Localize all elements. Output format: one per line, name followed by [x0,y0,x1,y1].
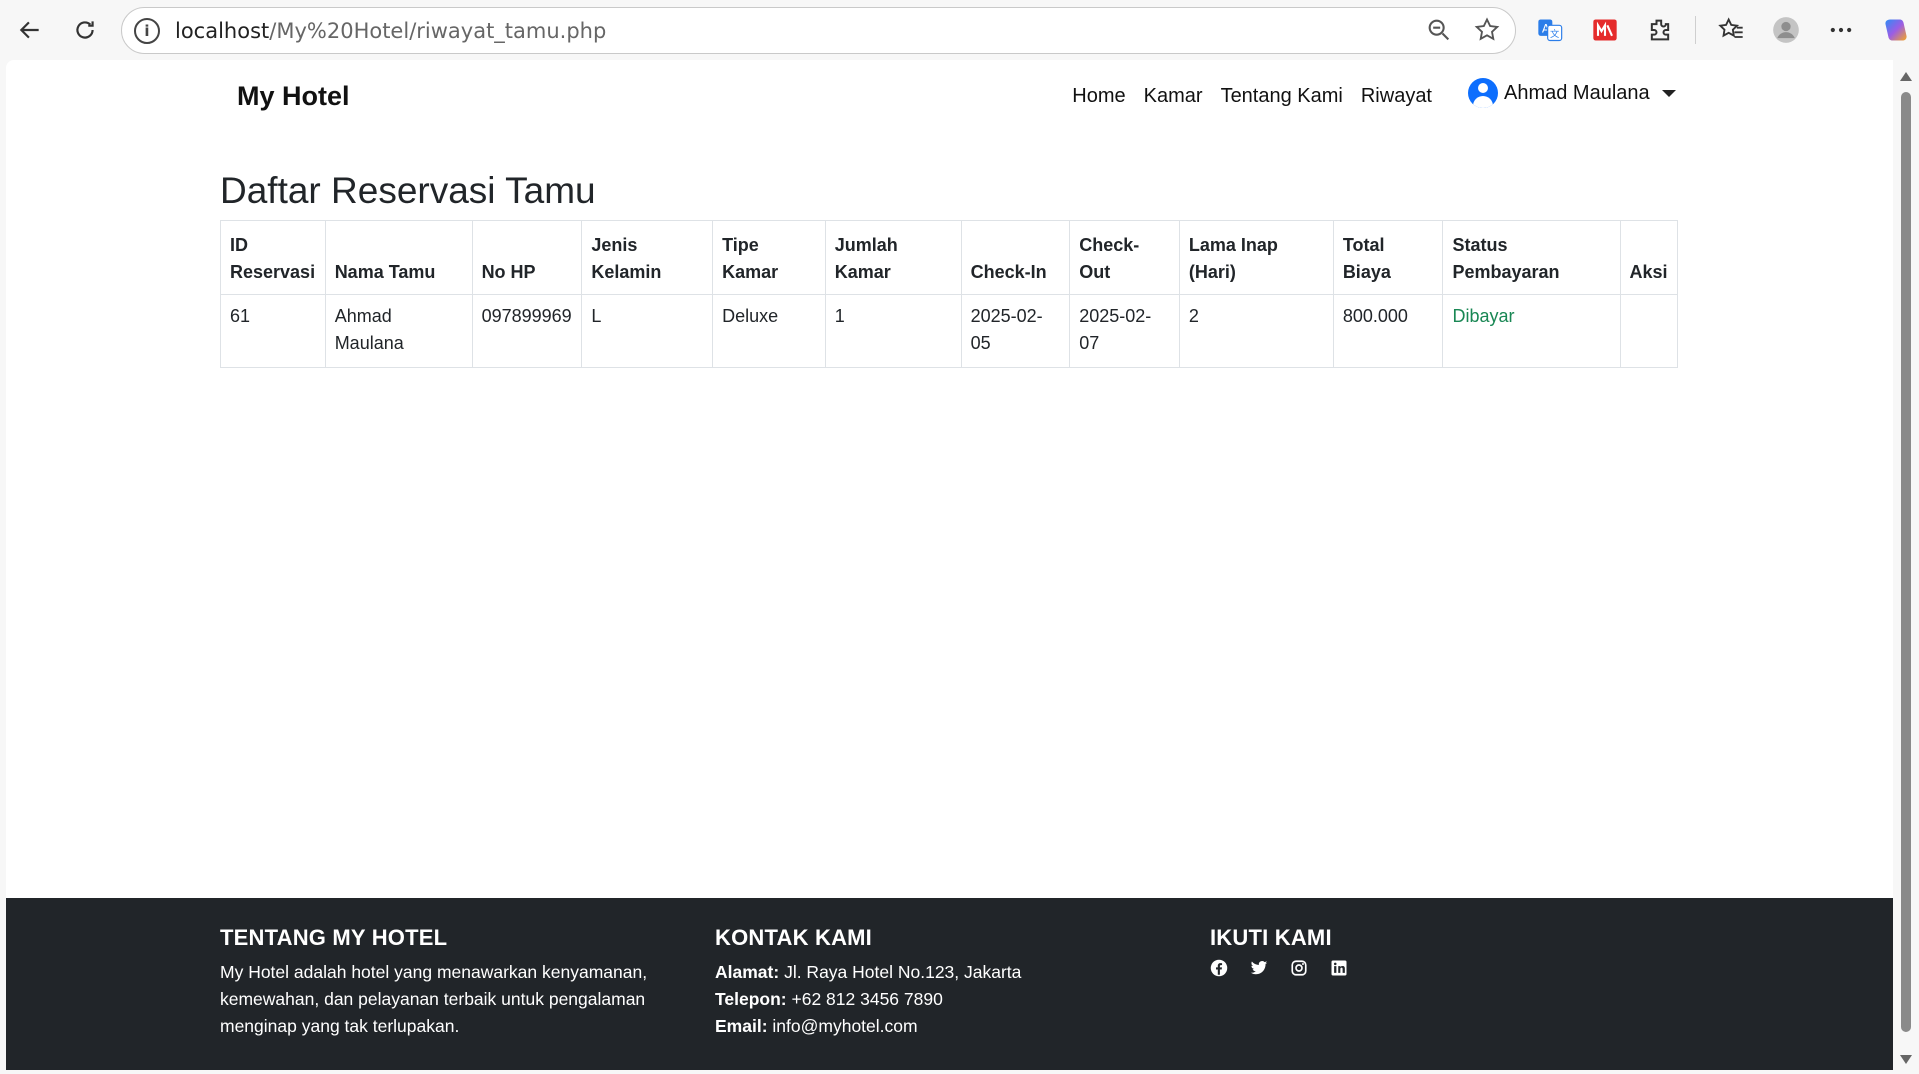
translate-icon: A文 [1538,19,1563,42]
facebook-icon[interactable] [1210,959,1228,977]
site-info-icon[interactable]: i [134,17,160,44]
url-path: /My%20Hotel/riwayat_tamu.php [269,18,607,43]
col-header: Check-Out [1069,220,1180,295]
favorites-list-icon [1718,17,1743,38]
email-label: Email: [715,1016,768,1036]
col-header: No HP [471,220,583,295]
cell-actions [1619,294,1679,368]
site-footer: TENTANG MY HOTEL My Hotel adalah hotel y… [6,898,1893,1070]
cell-guest-name: Ahmad Maulana [324,294,473,368]
footer-about-title: TENTANG MY HOTEL [220,925,448,950]
table-row: 61 Ahmad Maulana 097899969 L Deluxe 1 20… [220,294,1679,368]
more-menu-button[interactable] [1821,10,1861,50]
cell-room-count: 1 [824,294,962,368]
address-value: Jl. Raya Hotel No.123, Jakarta [784,962,1022,982]
user-name: Ahmad Maulana [1504,81,1650,104]
page-viewport: My Hotel Home Kamar Tentang Kami Riwayat… [6,60,1893,1070]
toolbar-divider [1695,16,1696,44]
nav-link-riwayat[interactable]: Riwayat [1361,85,1432,108]
brand-logo[interactable]: My Hotel [237,81,350,112]
phone-label: Telepon: [715,989,787,1009]
linkedin-icon[interactable] [1330,959,1348,977]
copilot-button[interactable] [1876,10,1916,50]
puzzle-icon [1650,19,1670,41]
site-navbar: My Hotel Home Kamar Tentang Kami Riwayat… [6,60,1893,132]
url-text[interactable]: localhost/My%20Hotel/riwayat_tamu.php [175,19,606,43]
profile-button[interactable] [1766,10,1806,50]
address-label: Alamat: [715,962,780,982]
reload-button[interactable] [65,10,105,50]
col-header: ID Reservasi [220,220,326,295]
footer-about-text: My Hotel adalah hotel yang menawarkan ke… [220,962,648,1036]
cell-check-out: 2025-02-07 [1069,294,1180,368]
col-header: Aksi [1619,220,1679,295]
nav-links: Home Kamar Tentang Kami Riwayat [1072,85,1432,108]
extension-red-button[interactable] [1585,10,1625,50]
scrollbar-thumb[interactable] [1901,92,1911,1032]
email-value: info@myhotel.com [772,1016,918,1036]
footer-address: Alamat: Jl. Raya Hotel No.123, Jakarta [715,959,1175,986]
cell-room-type: Deluxe [712,294,826,368]
back-arrow-icon [19,21,39,39]
instagram-icon[interactable] [1290,959,1308,977]
red-extension-icon [1593,19,1617,41]
footer-contact: KONTAK KAMI Alamat: Jl. Raya Hotel No.12… [715,925,1175,1040]
user-circle-icon [1468,78,1498,108]
footer-follow: IKUTI KAMI [1210,925,1610,977]
phone-value: +62 812 3456 7890 [791,989,943,1009]
svg-text:文: 文 [1550,28,1559,40]
nav-link-home[interactable]: Home [1072,85,1125,108]
footer-phone: Telepon: +62 812 3456 7890 [715,986,1175,1013]
vertical-scrollbar[interactable] [1893,60,1919,1074]
col-header: Status Pembayaran [1442,220,1621,295]
col-header: Nama Tamu [324,220,473,295]
col-header: Tipe Kamar [712,220,826,295]
reload-icon [76,21,94,39]
scroll-up-arrow-icon[interactable] [1900,72,1912,81]
favorites-button[interactable] [1711,10,1751,50]
cell-phone: 097899969 [471,294,583,368]
nav-link-kamar[interactable]: Kamar [1144,85,1203,108]
col-header: Total Biaya [1332,220,1444,295]
cell-total-cost: 800.000 [1332,294,1444,368]
col-header: Lama Inap (Hari) [1178,220,1334,295]
extensions-button[interactable] [1640,10,1680,50]
col-header: Jenis Kelamin [581,220,714,295]
translate-button[interactable]: A文 [1530,10,1570,50]
col-header: Jumlah Kamar [824,220,962,295]
user-dropdown[interactable]: Ahmad Maulana [1468,78,1676,108]
social-links [1210,959,1610,977]
back-button[interactable] [10,10,50,50]
profile-avatar-icon [1773,17,1799,43]
nav-link-tentang-kami[interactable]: Tentang Kami [1221,85,1343,108]
scroll-down-arrow-icon[interactable] [1900,1055,1912,1064]
browser-toolbar: i localhost/My%20Hotel/riwayat_tamu.php … [0,0,1919,60]
twitter-icon[interactable] [1250,959,1268,977]
address-bar[interactable]: i localhost/My%20Hotel/riwayat_tamu.php [121,7,1516,54]
cell-gender: L [581,294,714,368]
footer-contact-title: KONTAK KAMI [715,925,872,950]
page-title: Daftar Reservasi Tamu [220,170,596,211]
ellipsis-icon [1830,27,1852,33]
cell-nights: 2 [1178,294,1334,368]
footer-about: TENTANG MY HOTEL My Hotel adalah hotel y… [220,925,680,1040]
cell-check-in: 2025-02-05 [960,294,1071,368]
col-header: Check-In [960,220,1071,295]
copilot-icon [1885,19,1907,41]
zoom-icon[interactable] [1425,16,1453,44]
table-header-row: ID Reservasi Nama Tamu No HP Jenis Kelam… [220,220,1679,295]
caret-down-icon [1661,89,1676,97]
footer-email: Email: info@myhotel.com [715,1013,1175,1040]
cell-id: 61 [220,294,326,368]
favorite-star-icon[interactable] [1473,16,1501,44]
reservation-table: ID Reservasi Nama Tamu No HP Jenis Kelam… [220,220,1679,368]
url-host: localhost [175,18,270,43]
footer-follow-title: IKUTI KAMI [1210,925,1332,950]
cell-payment-status: Dibayar [1442,294,1621,368]
